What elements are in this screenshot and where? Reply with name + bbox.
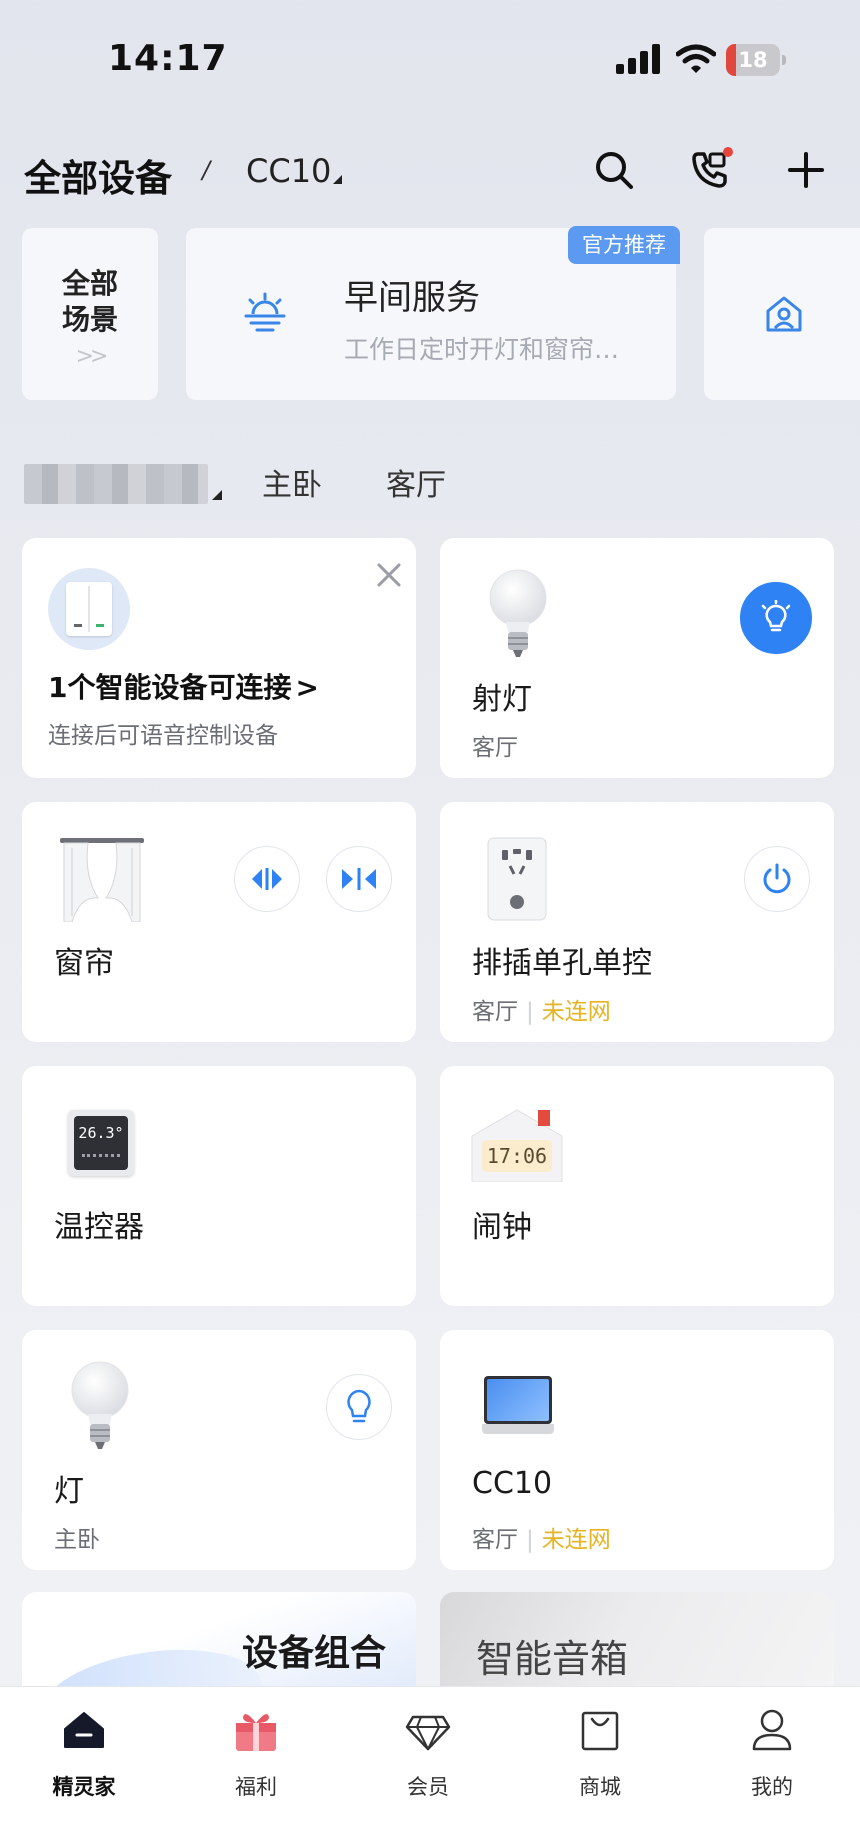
device-selector-label: CC10 [246,152,332,190]
device-name: 射灯 [472,682,532,717]
thermostat-icon: 26.3° [68,1110,134,1176]
dropdown-corner-icon [333,175,343,184]
light-toggle-button[interactable] [326,1374,392,1440]
tab-benefits[interactable]: 福利 [196,1707,316,1801]
connect-device-card[interactable]: 1个智能设备可连接 > 连接后可语音控制设备 [22,538,416,778]
device-name: 窗帘 [54,946,114,981]
promo-title: 智能音箱 [476,1637,629,1681]
device-name: 温控器 [54,1210,144,1245]
sunrise-icon [244,292,286,332]
tab-master-bedroom[interactable]: 主卧 [262,460,322,504]
device-room-status: 客厅 | 未连网 [472,999,611,1025]
chevron-double-right-icon: >> [75,344,109,369]
dropdown-corner-icon [212,490,222,500]
power-strip-icon [487,837,547,921]
curtain-close-button[interactable] [326,846,392,912]
all-scenes-label-1: 全部 [61,267,118,300]
shopping-bag-icon [581,1711,619,1751]
scene-desc: 工作日定时开灯和窗帘… [344,335,620,364]
device-name: 灯 [54,1474,84,1509]
connect-title: 1个智能设备可连接 [48,671,292,704]
bottom-tab-bar: 精灵家 福利 会员 商城 我的 [0,1686,860,1836]
device-room: 主卧 [54,1527,100,1553]
tab-label: 我的 [751,1775,793,1799]
tab-label: 福利 [235,1775,277,1799]
device-room-status: 客厅 | 未连网 [472,1527,611,1553]
device-card-alarm-clock[interactable]: 17:06 闹钟 [440,1066,834,1306]
tab-home[interactable]: 精灵家 [24,1707,144,1801]
device-room: 客厅 [472,999,518,1025]
device-room: 客厅 [472,735,518,761]
scene-row: 全部 场景 >> 早间服务 工作日定时开灯和窗帘… [0,228,860,400]
device-room: 客厅 [472,1527,518,1553]
room-selector-blurred[interactable] [24,464,208,504]
chevron-right-icon: > [295,671,319,704]
status-time: 14:17 [108,38,228,79]
search-icon[interactable] [590,146,638,194]
scene-name: 早间服务 [344,278,480,318]
curtain-open-icon [252,868,282,890]
smart-display-icon [482,1376,554,1436]
tab-label: 会员 [407,1775,449,1799]
tab-profile[interactable]: 我的 [712,1707,832,1801]
curtain-icon [60,838,144,922]
curtain-open-button[interactable] [234,846,300,912]
header: 全部设备 / CC10 [0,140,860,200]
power-icon [763,863,791,894]
light-bulb-icon [489,569,547,657]
thermostat-display: 26.3° [78,1124,124,1142]
offline-status: 未连网 [541,1527,611,1553]
device-selector[interactable]: CC10 [246,152,343,190]
scene-card-home[interactable] [704,228,860,400]
diamond-icon [405,1715,451,1751]
device-name: 闹钟 [472,1210,532,1245]
status-bar: 14:17 18 [0,0,860,110]
power-button[interactable] [744,846,810,912]
cellular-signal-icon [616,44,662,74]
page-title: 全部设备 [24,157,172,200]
light-toggle-button[interactable] [740,582,812,654]
tab-living-room[interactable]: 客厅 [386,460,446,504]
connect-subtitle: 连接后可语音控制设备 [48,723,278,749]
title-separator: / [202,156,211,184]
alarm-clock-icon: 17:06 [470,1108,564,1182]
device-card-cc10[interactable]: CC10 客厅 | 未连网 [440,1330,834,1570]
battery-level: 18 [738,48,768,72]
all-scenes-label-2: 场景 [61,303,118,336]
clock-display: 17:06 [486,1144,548,1168]
tab-mall[interactable]: 商城 [540,1707,660,1801]
device-card-power-strip[interactable]: 排插单孔单控 客厅 | 未连网 [440,802,834,1042]
wifi-icon [676,44,716,73]
offline-status: 未连网 [541,999,611,1025]
tab-label: 商城 [579,1775,621,1799]
battery-icon: 18 [726,44,788,76]
light-bulb-outline-icon [761,600,791,632]
tab-label: 精灵家 [52,1775,116,1799]
voice-call-icon[interactable] [686,146,734,194]
user-icon [752,1709,792,1751]
home-icon [64,1712,104,1748]
device-card-thermostat[interactable]: 26.3° 温控器 [22,1066,416,1306]
device-card-spotlight[interactable]: 射灯 客厅 [440,538,834,778]
switch-panel-icon [48,568,130,650]
recommended-badge: 官方推荐 [568,226,680,264]
curtain-close-icon [342,868,376,890]
promo-title: 设备组合 [242,1633,387,1674]
all-scenes-button[interactable]: 全部 场景 >> [22,228,158,400]
light-bulb-outline-icon [347,1389,371,1423]
room-tabs: 主卧 客厅 [0,460,860,510]
gift-icon [236,1714,276,1751]
tab-membership[interactable]: 会员 [368,1707,488,1801]
device-name: 排插单孔单控 [472,946,652,981]
device-card-lamp[interactable]: 灯 主卧 [22,1330,416,1570]
device-card-curtain[interactable]: 窗帘 [22,802,416,1042]
close-icon[interactable] [374,560,404,590]
home-user-icon [766,296,802,332]
device-name: CC10 [472,1466,553,1501]
light-bulb-icon [71,1361,129,1449]
add-icon[interactable] [782,146,830,194]
